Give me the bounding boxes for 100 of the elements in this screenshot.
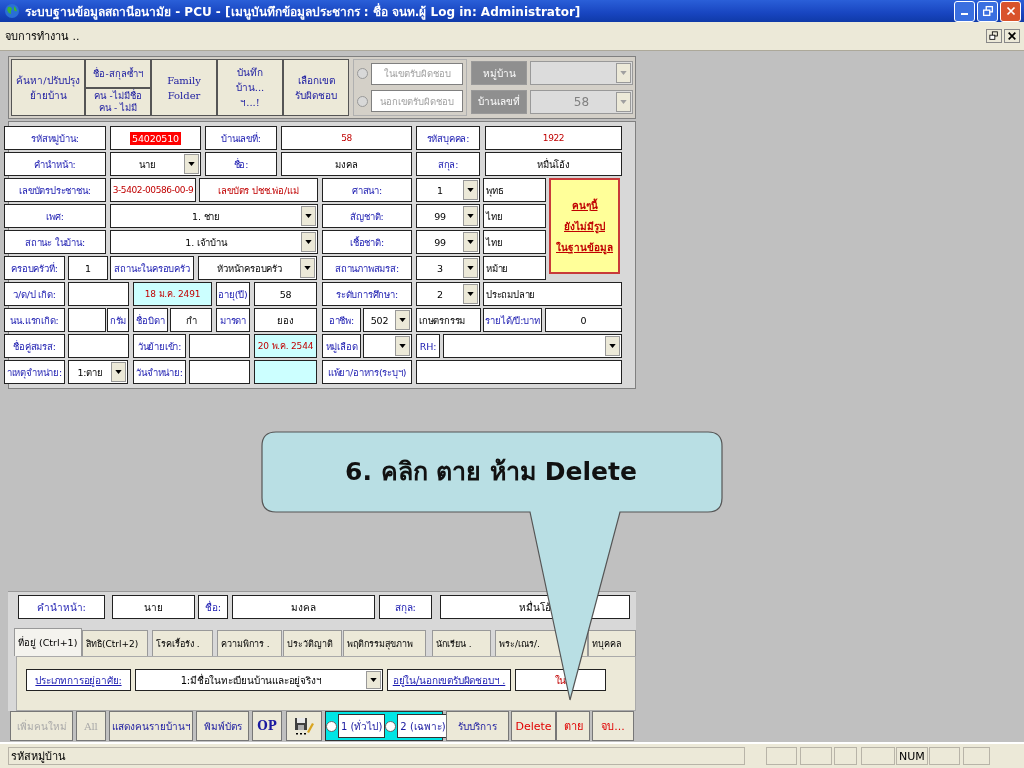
dropdown[interactable] — [443, 334, 622, 358]
radio-button[interactable] — [385, 720, 397, 732]
action-button[interactable]: แสดงคนรายบ้านฯ — [109, 711, 193, 741]
tab[interactable]: นักเรียน . — [432, 630, 491, 656]
tab[interactable]: พฤติกรรมสุขภาพ — [343, 630, 426, 656]
value-field: 1922 — [485, 126, 622, 150]
restore-icon — [989, 31, 999, 41]
field-label: เพศ: — [4, 204, 106, 228]
close-icon — [1007, 31, 1017, 41]
value-field: ประถมปลาย — [483, 282, 622, 306]
dropdown[interactable]: 99 — [416, 230, 480, 254]
dropdown[interactable]: หัวหน้าครอบครัว — [198, 256, 317, 280]
toolbar-button[interactable]: Family Folder — [151, 59, 217, 116]
status-panel — [766, 747, 797, 765]
action-button[interactable]: รับบริการ — [446, 711, 509, 741]
dropdown[interactable]: 1 — [416, 178, 480, 202]
field-label: รายได้/ปี:บาท — [483, 308, 542, 332]
field-label: รหัสหมู่บ้าน: — [4, 126, 106, 150]
toolbar-button[interactable]: คน -ไม่มีชื่อ คน - ไม่มี — [85, 87, 151, 116]
status-panel — [963, 747, 990, 765]
dropdown[interactable]: 3 — [416, 256, 480, 280]
field-label: สถานะ ในบ้าน: — [4, 230, 106, 254]
field-label: คำนำหน้า: — [18, 595, 105, 619]
field-label: เลขบัตร ปชช.พ่อ/แม่ — [199, 178, 318, 202]
action-button[interactable]: ตาย — [556, 711, 590, 741]
photo-notice: คนๆนี้ ยังไม่มีรูป ในฐานข้อมูล — [549, 178, 620, 274]
dropdown[interactable]: 1:ตาย — [68, 360, 128, 384]
tab[interactable]: ทบุคคล — [588, 630, 636, 656]
restore-button[interactable] — [986, 29, 1002, 43]
dropdown[interactable]: นาย — [110, 152, 201, 176]
action-button[interactable]: Delete — [511, 711, 556, 741]
minimize-button[interactable] — [954, 0, 975, 22]
value-field — [68, 334, 129, 358]
date-field — [254, 360, 317, 384]
minimize-icon — [961, 13, 968, 15]
value-field: 0 — [545, 308, 622, 332]
value-field: 3-5402-00586-00-9 — [110, 178, 196, 202]
value-field: หมื่นโอ้ง — [485, 152, 622, 176]
field-label: วันย้ายเข้า: — [133, 334, 186, 358]
field-label: รหัสบุคคล: — [416, 126, 480, 150]
action-button[interactable]: OP — [252, 711, 282, 741]
value-field — [68, 282, 129, 306]
field-label: RH: — [416, 334, 440, 358]
status-panel — [929, 747, 960, 765]
field-label: ศาสนา: — [322, 178, 412, 202]
tab[interactable]: ความพิการ . — [217, 630, 282, 656]
status-panel — [800, 747, 832, 765]
field-label: ครอบครัวที่: — [4, 256, 65, 280]
tab[interactable]: ประวัติญาติ — [283, 630, 342, 656]
toolbar-button[interactable]: เลือกเขต รับผิดชอบ — [283, 59, 349, 116]
dropdown[interactable]: 2 — [416, 282, 480, 306]
field-label: สถานะในครอบครัว — [110, 256, 194, 280]
dropdown[interactable]: 99 — [416, 204, 480, 228]
toolbar-button[interactable]: ชื่อ-สกุลซ้ำฯ — [85, 59, 151, 88]
action-button[interactable]: จบ... — [592, 711, 634, 741]
toolbar-button[interactable]: บันทึก บ้าน... ฯ...! — [217, 59, 283, 116]
radio-label: นอกเขตรับผิดชอบ — [371, 90, 463, 113]
action-button[interactable]: พิมพ์บัตร — [196, 711, 249, 741]
status-panel — [834, 747, 857, 765]
dropdown[interactable]: 1. เจ้าบ้าน — [110, 230, 318, 254]
close-button[interactable] — [1004, 29, 1020, 43]
radio-label: 1 (ทั่วไป) — [338, 714, 386, 738]
radio-button[interactable] — [326, 720, 337, 732]
tab[interactable]: สิทธิ(Ctrl+2) — [82, 630, 148, 656]
value-field: ไทย — [483, 230, 546, 254]
toolbar-button[interactable]: ค้นหา/ปรับปรุง ย้ายบ้าน — [11, 59, 85, 116]
save-edit-button[interactable] — [286, 711, 322, 741]
filter-label: หมู่บ้าน — [471, 61, 527, 86]
field-label: ว/ด/ป เกิด: — [4, 282, 65, 306]
status-indicator: NUM — [896, 747, 928, 765]
dropdown[interactable]: 1:มีชื่อในทะเบียนบ้านและอยู่จริงฯ — [135, 669, 383, 691]
value-field: หม้าย — [483, 256, 546, 280]
menu-item[interactable]: จบการทำงาน .. — [5, 27, 80, 45]
field-label: มารดา — [216, 308, 250, 332]
value-field: กำ — [170, 308, 212, 332]
field-label: อายุ(ปี) — [216, 282, 250, 306]
dropdown[interactable]: 1. ชาย — [110, 204, 318, 228]
tab[interactable]: โรคเรื้อรัง . — [152, 630, 213, 656]
floppy-pencil-icon — [294, 717, 314, 735]
field-label: ชื่อ: — [205, 152, 277, 176]
value-field — [68, 308, 106, 332]
value-field: เกษตรกรรม — [416, 308, 481, 332]
value-field: มงคล — [281, 152, 412, 176]
value-field — [189, 360, 250, 384]
field-label: บ้านเลขที่: — [205, 126, 277, 150]
value-field: 58 — [281, 126, 412, 150]
field-label: แพ้ยา/อาหาร(ระบุฯ) — [322, 360, 412, 384]
dropdown[interactable] — [363, 334, 412, 358]
tab[interactable]: ที่อยู่ (Ctrl+1) — [14, 628, 82, 656]
field-label: สกุล: — [379, 595, 432, 619]
value-field: พุทธ — [483, 178, 546, 202]
field-label: าเหตุจำหน่าย: — [4, 360, 65, 384]
dropdown[interactable]: 502 — [363, 308, 412, 332]
field-label: สกุล: — [416, 152, 480, 176]
restore-icon — [980, 4, 995, 18]
value-field: มงคล — [232, 595, 375, 619]
field-label: สถานภาพสมรส: — [322, 256, 412, 280]
field-label: ชื่อคู่สมรส: — [4, 334, 65, 358]
field-label: ชื่อบิดา — [133, 308, 168, 332]
value-field: 1 — [68, 256, 108, 280]
